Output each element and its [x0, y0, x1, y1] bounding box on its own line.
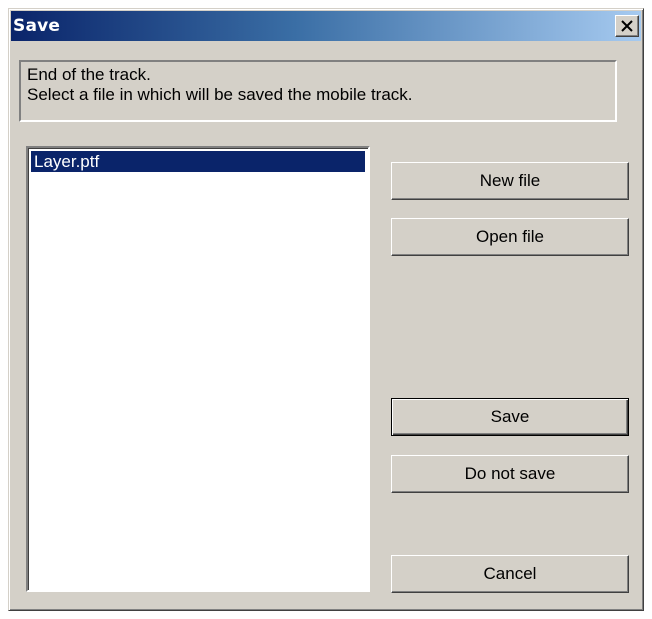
new-file-button[interactable]: New file: [391, 162, 629, 200]
message-line-1: End of the track.: [27, 65, 151, 84]
save-button[interactable]: Save: [391, 398, 629, 436]
close-icon: [621, 20, 633, 32]
open-file-button[interactable]: Open file: [391, 218, 629, 256]
cancel-button[interactable]: Cancel: [391, 555, 629, 593]
dialog-title: Save: [13, 16, 61, 36]
message-line-2: Select a file in which will be saved the…: [27, 85, 413, 104]
do-not-save-button[interactable]: Do not save: [391, 455, 629, 493]
list-item[interactable]: Layer.ptf: [31, 151, 365, 172]
close-button[interactable]: [615, 15, 639, 37]
message-panel: End of the track. Select a file in which…: [19, 60, 617, 122]
file-listbox[interactable]: Layer.ptf: [26, 146, 370, 592]
title-bar[interactable]: Save: [11, 11, 641, 41]
